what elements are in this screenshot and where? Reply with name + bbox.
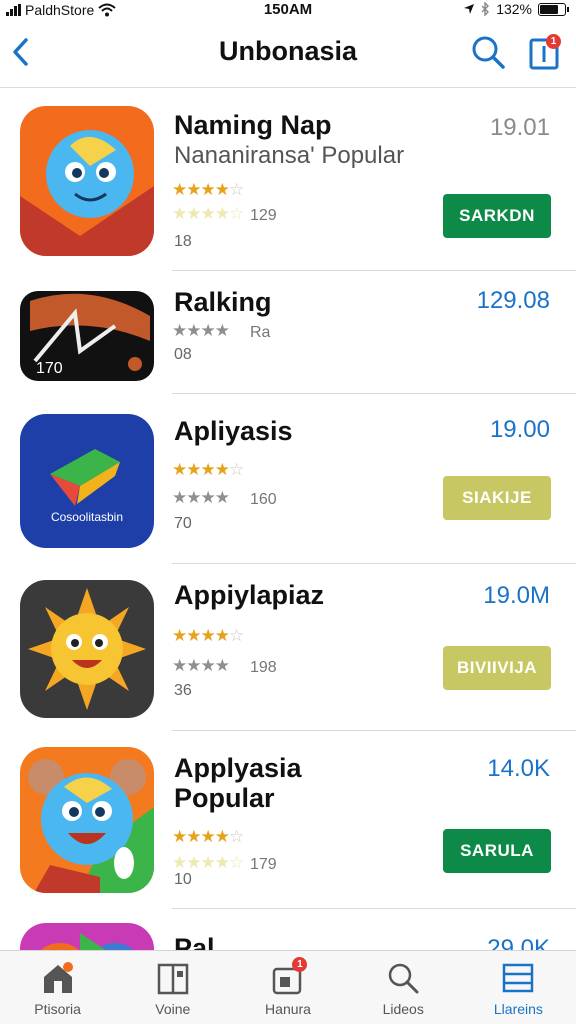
tab-label: Lideos bbox=[382, 1001, 424, 1017]
app-name: Applyasia bbox=[174, 753, 302, 783]
search-icon bbox=[388, 963, 419, 994]
list-item[interactable]: Appiylapiaz 19.0M ★★★★☆ ★★★★ 198 36 BIVI… bbox=[0, 564, 576, 731]
app-list[interactable]: Naming Nap Nananiransa' Popular 19.01 ★★… bbox=[0, 88, 576, 950]
list-item[interactable]: Naming Nap Nananiransa' Popular 19.01 ★★… bbox=[0, 88, 576, 271]
status-right: 132% bbox=[463, 1, 569, 17]
updates-badge: 1 bbox=[546, 34, 561, 49]
star-rating: ★★★★☆ bbox=[172, 460, 244, 479]
tab-search[interactable]: Lideos bbox=[346, 951, 461, 1024]
star-rating-faded: ★★★★☆ bbox=[172, 204, 244, 223]
app-meta: 18 bbox=[174, 233, 192, 250]
app-price: 129.08 bbox=[476, 287, 550, 314]
install-button[interactable]: SIAKIJE bbox=[443, 476, 551, 520]
app-icon-bear bbox=[20, 747, 154, 893]
rating-count: 160 bbox=[250, 491, 277, 508]
tab-bag[interactable]: 1 Hanura bbox=[230, 951, 345, 1024]
list-item[interactable]: Cosoolitasbin Apliyasis 19.00 ★★★★☆ ★★★★… bbox=[0, 394, 576, 564]
app-meta: 10 bbox=[174, 871, 192, 888]
app-price: 19.0M bbox=[483, 582, 550, 609]
search-icon bbox=[472, 36, 505, 69]
app-price: 19.01 bbox=[489, 114, 550, 141]
status-bar: PaldhStore 150AM 132% bbox=[0, 0, 576, 22]
install-button[interactable]: SARULA bbox=[443, 829, 551, 873]
rating-count: 179 bbox=[250, 856, 277, 873]
app-price: 29.0K bbox=[487, 935, 550, 950]
list-icon bbox=[503, 963, 534, 993]
app-name-line2: Popular bbox=[174, 783, 275, 813]
list-item[interactable]: 170 Ralking 129.08 ★★★★ Ra 08 bbox=[0, 271, 576, 394]
rating-count: 198 bbox=[250, 659, 277, 676]
book-icon bbox=[157, 963, 189, 995]
app-name: Pal bbox=[174, 933, 215, 950]
app-icon-partial bbox=[20, 923, 154, 950]
star-rating: ★★★★ bbox=[172, 321, 230, 340]
tab-label: Hanura bbox=[265, 1001, 311, 1017]
rating-count: 129 bbox=[250, 207, 277, 224]
home-icon bbox=[43, 962, 73, 993]
updates-button[interactable]: 1 bbox=[526, 32, 562, 72]
app-meta: 08 bbox=[174, 346, 192, 363]
install-button[interactable]: SARKDN bbox=[443, 194, 551, 238]
install-button[interactable]: BIVIIVIJA bbox=[443, 646, 551, 690]
app-subtitle: Nananiransa' Popular bbox=[174, 142, 405, 169]
app-meta: 36 bbox=[174, 682, 192, 699]
app-price: 19.00 bbox=[489, 416, 550, 443]
location-icon bbox=[464, 4, 475, 14]
tab-list[interactable]: Llareins bbox=[461, 951, 576, 1024]
battery-label: 132% bbox=[496, 1, 532, 17]
star-rating-secondary: ★★★★ bbox=[172, 488, 230, 507]
app-name: Apliyasis bbox=[174, 416, 293, 446]
tab-bar: Ptisoria Voine 1 Hanura Lideos Llareins bbox=[0, 950, 576, 1024]
star-rating-secondary: ★★★★ bbox=[172, 656, 230, 675]
tab-label: Ptisoria bbox=[34, 1001, 81, 1017]
app-icon-cube: Cosoolitasbin bbox=[20, 414, 154, 548]
tab-home[interactable]: Ptisoria bbox=[0, 951, 115, 1024]
star-rating: ★★★★☆ bbox=[172, 626, 244, 645]
star-rating: ★★★★☆ bbox=[172, 180, 244, 199]
search-button[interactable] bbox=[470, 34, 506, 70]
app-icon-sun bbox=[20, 580, 154, 718]
app-icon-label: 170 bbox=[36, 360, 63, 377]
nav-bar: Unbonasia 1 bbox=[0, 22, 576, 88]
bluetooth-icon bbox=[481, 2, 490, 16]
list-item[interactable]: Applyasia Popular 14.0K ★★★★☆ ★★★★☆ 179 … bbox=[0, 731, 576, 909]
battery-icon bbox=[538, 2, 569, 16]
app-name: Appiylapiaz bbox=[174, 580, 325, 610]
app-icon-robot bbox=[20, 106, 154, 256]
tab-label: Llareins bbox=[493, 1001, 543, 1017]
app-meta: 70 bbox=[174, 515, 192, 532]
star-rating: ★★★★☆ bbox=[172, 827, 244, 846]
app-price: 14.0K bbox=[487, 755, 550, 782]
app-name: Ralking bbox=[174, 287, 272, 317]
list-item[interactable]: Pal 29.0K bbox=[0, 909, 576, 950]
app-icon-label: Cosoolitasbin bbox=[51, 510, 123, 524]
app-name: Naming Nap bbox=[174, 110, 332, 140]
star-rating-faded: ★★★★☆ bbox=[172, 853, 244, 872]
app-icon-racing: 170 bbox=[20, 291, 154, 381]
tab-book[interactable]: Voine bbox=[115, 951, 230, 1024]
tab-label: Voine bbox=[155, 1001, 191, 1017]
rating-count: Ra bbox=[250, 324, 271, 341]
